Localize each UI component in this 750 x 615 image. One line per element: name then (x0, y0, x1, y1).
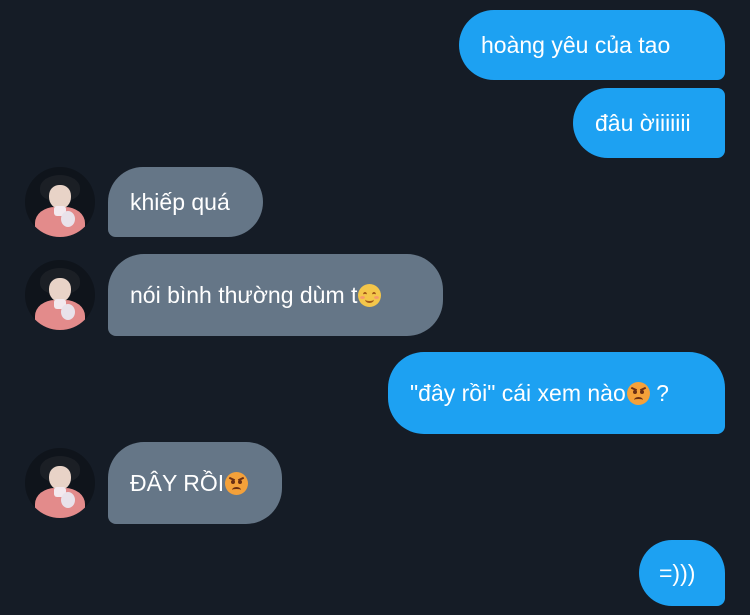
avatar-hand (61, 211, 75, 227)
message-row-outgoing: "đây rồi" cái xem nào ? (388, 352, 725, 434)
message-text: hoàng yêu của tao (481, 32, 671, 58)
avatar-hand (61, 304, 75, 320)
message-row-incoming: nói bình thường dùm t (25, 254, 443, 336)
message-row-outgoing: hoàng yêu của tao (459, 10, 725, 80)
message-text: đâu ờiiiiiii (595, 110, 691, 136)
message-bubble-outgoing[interactable]: "đây rồi" cái xem nào ? (388, 352, 725, 434)
angry-face-emoji (626, 381, 650, 405)
message-row-incoming: ĐÂY RỒI (25, 442, 282, 524)
message-bubble-incoming[interactable]: khiếp quá (108, 167, 263, 237)
user-avatar[interactable] (25, 448, 95, 518)
user-avatar[interactable] (25, 167, 95, 237)
message-text: nói bình thường dùm t (130, 282, 358, 308)
angry-face-emoji (225, 471, 249, 495)
message-bubble-outgoing[interactable]: hoàng yêu của tao (459, 10, 725, 80)
message-row-outgoing: đâu ờiiiiiii (573, 88, 725, 158)
message-text: ĐÂY RỒI (130, 470, 225, 496)
user-avatar[interactable] (25, 260, 95, 330)
message-bubble-outgoing[interactable]: đâu ờiiiiiii (573, 88, 725, 158)
message-row-outgoing: =))) (639, 540, 725, 606)
message-bubble-incoming[interactable]: nói bình thường dùm t (108, 254, 443, 336)
message-text: khiếp quá (130, 189, 230, 215)
message-bubble-incoming[interactable]: ĐÂY RỒI (108, 442, 282, 524)
chat-thread: hoàng yêu của tao đâu ờiiiiiii khiếp quá (0, 0, 750, 615)
message-row-incoming: khiếp quá (25, 167, 263, 237)
message-text: "đây rồi" cái xem nào (410, 380, 626, 406)
relieved-face-emoji (358, 283, 382, 307)
message-text: =))) (659, 560, 696, 586)
avatar-hand (61, 492, 75, 508)
message-suffix: ? (649, 380, 669, 406)
message-bubble-outgoing[interactable]: =))) (639, 540, 725, 606)
